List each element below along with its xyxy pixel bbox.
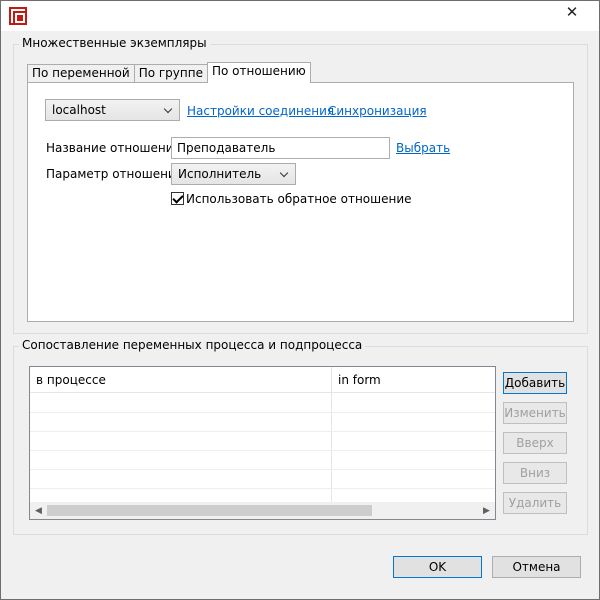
edit-button[interactable]: Изменить (503, 402, 567, 424)
relation-param-label: Параметр отношения (46, 167, 183, 181)
mapping-table[interactable]: в процессе in form ◀ ▶ (29, 366, 496, 520)
connection-settings-link[interactable]: Настройки соединения (187, 104, 334, 118)
table-row[interactable] (30, 470, 495, 489)
table-row[interactable] (30, 394, 495, 413)
title-bar[interactable]: ✕ (1, 1, 599, 31)
relation-name-value: Преподаватель (177, 141, 276, 155)
app-logo-icon (9, 7, 27, 25)
relation-param-value: Исполнитель (178, 167, 262, 181)
server-combo[interactable]: localhost (45, 99, 180, 121)
scroll-right-icon[interactable]: ▶ (478, 502, 495, 519)
column-header-form[interactable]: in form (332, 367, 495, 393)
table-row[interactable] (30, 432, 495, 451)
relation-param-combo[interactable]: Исполнитель (171, 163, 296, 185)
cancel-button[interactable]: Отмена (492, 556, 581, 578)
delete-button[interactable]: Удалить (503, 492, 567, 514)
chevron-down-icon (163, 100, 175, 120)
table-header: в процессе in form (30, 367, 495, 393)
tab-by-group[interactable]: По группе (133, 64, 208, 83)
ok-button[interactable]: OK (393, 556, 482, 578)
relation-name-label: Название отношения (46, 141, 181, 155)
tab-by-variable[interactable]: По переменной (27, 64, 135, 83)
move-down-button[interactable]: Вниз (503, 462, 567, 484)
use-reverse-label: Использовать обратное отношение (186, 192, 412, 206)
table-row[interactable] (30, 413, 495, 432)
choose-relation-link[interactable]: Выбрать (396, 141, 450, 155)
add-button[interactable]: Добавить (503, 372, 567, 394)
scroll-left-icon[interactable]: ◀ (30, 502, 47, 519)
scrollbar-thumb[interactable] (47, 505, 372, 516)
server-combo-value: localhost (52, 103, 106, 117)
multi-instance-caption: Множественные экземпляры (19, 36, 210, 50)
move-up-button[interactable]: Вверх (503, 432, 567, 454)
relation-name-input[interactable]: Преподаватель (171, 137, 390, 159)
horizontal-scrollbar[interactable]: ◀ ▶ (30, 502, 495, 519)
close-icon: ✕ (565, 3, 579, 21)
table-row[interactable] (30, 451, 495, 470)
dialog-window: ✕ Множественные экземпляры По переменной… (0, 0, 600, 600)
tab-by-relation[interactable]: По отношению (206, 62, 311, 83)
mapping-caption: Сопоставление переменных процесса и подп… (19, 338, 366, 352)
column-header-process[interactable]: в процессе (30, 367, 331, 393)
sync-link[interactable]: Синхронизация (328, 104, 427, 118)
use-reverse-checkbox[interactable] (171, 192, 184, 205)
close-button[interactable]: ✕ (549, 1, 595, 23)
chevron-down-icon (279, 164, 291, 184)
instance-tabs: По переменной По группе По отношению (27, 62, 311, 83)
